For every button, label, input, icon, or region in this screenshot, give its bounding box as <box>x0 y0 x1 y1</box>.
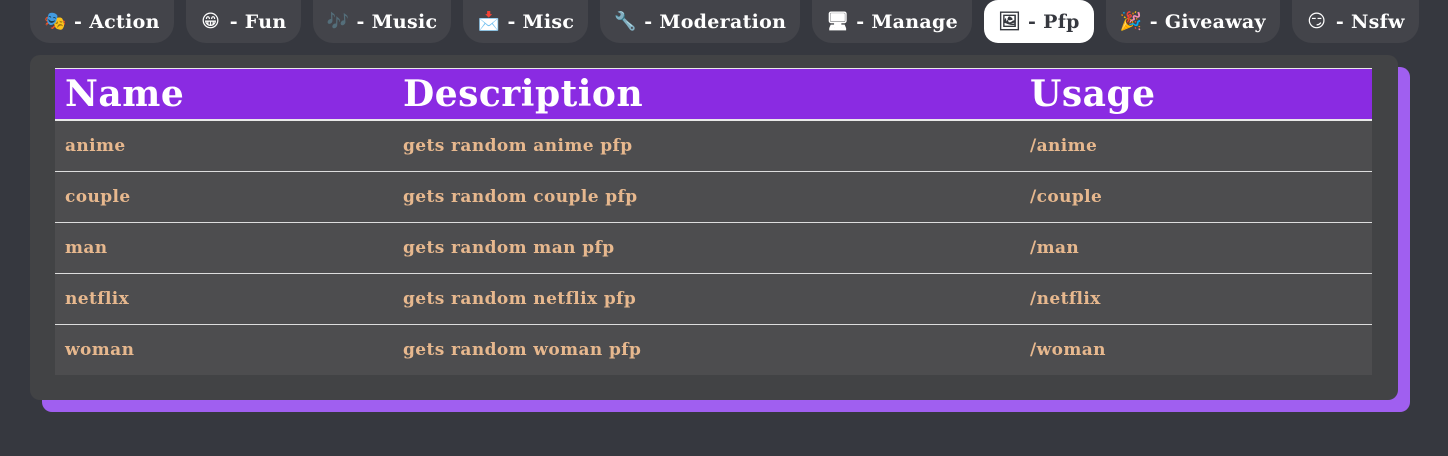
envelope-arrow-icon: 📩 <box>477 10 501 32</box>
tab-label: - Fun <box>229 10 287 33</box>
tab-label: - Nsfw <box>1335 10 1405 33</box>
tab-manage[interactable]: 🖥 - Manage <box>812 0 972 43</box>
table-header-row: Name Description Usage <box>55 68 1372 120</box>
monitor-icon: 🖥 <box>826 10 850 32</box>
cell-description: gets random couple pfp <box>393 171 1020 223</box>
grinning-face-icon: 😁 <box>201 10 221 32</box>
wrench-icon: 🔧 <box>614 10 637 32</box>
music-notes-icon: 🎶 <box>326 10 350 32</box>
table-row: anime gets random anime pfp /anime <box>55 120 1372 172</box>
commands-table: Name Description Usage anime gets random… <box>55 68 1372 375</box>
header-name: Name <box>65 73 185 115</box>
tab-label: - Misc <box>507 10 575 33</box>
tab-label: - Action <box>74 10 160 33</box>
performing-arts-icon: 🎭 <box>44 10 67 32</box>
cell-description: gets random netflix pfp <box>393 273 1020 325</box>
header-usage: Usage <box>1030 73 1156 115</box>
tab-fun[interactable]: 😁 - Fun <box>185 0 301 43</box>
table-row: couple gets random couple pfp /couple <box>55 171 1372 223</box>
tab-label: - Moderation <box>644 10 787 33</box>
cell-name: man <box>55 222 393 274</box>
cell-usage: /woman <box>1020 324 1372 375</box>
party-popper-icon: 🎉 <box>1119 10 1143 32</box>
header-description: Description <box>403 73 644 115</box>
framed-picture-icon: 🖼 <box>998 10 1022 32</box>
tab-pfp[interactable]: 🖼 - Pfp <box>984 0 1094 43</box>
commands-card: Name Description Usage anime gets random… <box>30 55 1398 400</box>
tab-moderation[interactable]: 🔧 - Moderation <box>600 0 801 43</box>
tab-misc[interactable]: 📩 - Misc <box>463 0 589 43</box>
cell-name: couple <box>55 171 393 223</box>
category-tabs: 🎭 - Action 😁 - Fun 🎶 - Music 📩 - Misc 🔧 … <box>30 0 1419 43</box>
cell-usage: /netflix <box>1020 273 1372 325</box>
cell-name: anime <box>55 120 393 172</box>
cell-name: netflix <box>55 273 393 325</box>
cell-usage: /anime <box>1020 120 1372 172</box>
cell-description: gets random man pfp <box>393 222 1020 274</box>
tab-nsfw[interactable]: 😏 - Nsfw <box>1291 0 1419 43</box>
table-row: netflix gets random netflix pfp /netflix <box>55 273 1372 325</box>
cell-description: gets random anime pfp <box>393 120 1020 172</box>
table-row: man gets random man pfp /man <box>55 222 1372 274</box>
tab-label: - Giveaway <box>1149 10 1266 33</box>
cell-name: woman <box>55 324 393 375</box>
tab-music[interactable]: 🎶 - Music <box>312 0 452 43</box>
cell-usage: /couple <box>1020 171 1372 223</box>
cell-description: gets random woman pfp <box>393 324 1020 375</box>
cell-usage: /man <box>1020 222 1372 274</box>
tab-label: - Manage <box>856 10 958 33</box>
table-row: woman gets random woman pfp /woman <box>55 324 1372 375</box>
tab-label: - Pfp <box>1028 10 1080 33</box>
tab-action[interactable]: 🎭 - Action <box>30 0 174 43</box>
tab-giveaway[interactable]: 🎉 - Giveaway <box>1105 0 1280 43</box>
tab-label: - Music <box>356 10 438 33</box>
smirking-face-icon: 😏 <box>1307 10 1327 32</box>
